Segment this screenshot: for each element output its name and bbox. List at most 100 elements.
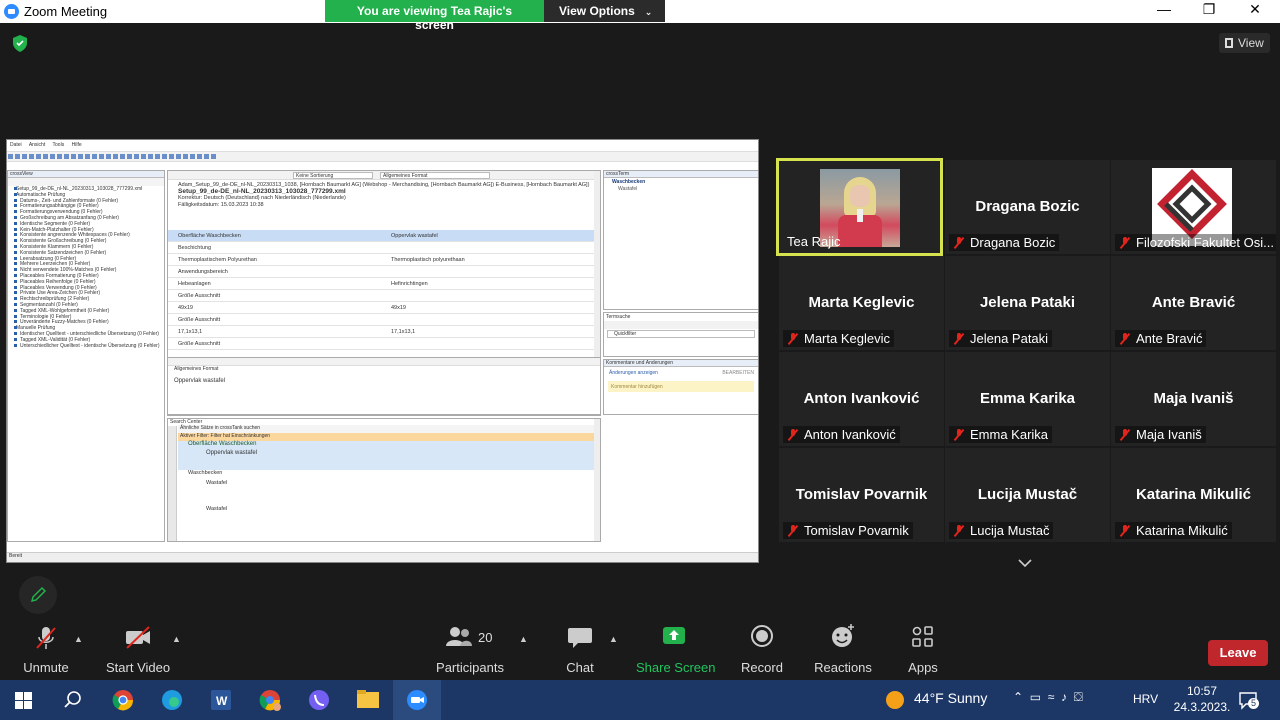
- segment-grid[interactable]: Oberfläche Waschbecken Oppervlak wastafel…: [168, 230, 600, 350]
- minimize-button[interactable]: —: [1149, 1, 1179, 17]
- participant-tile[interactable]: Jelena Pataki Jelena Pataki: [945, 256, 1110, 350]
- tray-icons[interactable]: ⌃ ▭ ≈ ♪ ⛋: [1013, 690, 1083, 705]
- term-item[interactable]: Waschbecken: [604, 178, 758, 186]
- segment-row[interactable]: Hebeanlagen Hefinrichtingen: [168, 278, 600, 290]
- similar-search-label[interactable]: Ähnliche Sätze in crossTank suchen: [178, 425, 600, 433]
- participant-tile[interactable]: Marta Keglevic Marta Keglevic: [779, 256, 944, 350]
- volume-icon[interactable]: ♪: [1061, 690, 1067, 704]
- participants-button[interactable]: 20 Participants: [436, 622, 504, 675]
- segment-target[interactable]: Hefinrichtingen: [381, 281, 600, 287]
- tree-item[interactable]: Unterschiedlicher Quelltext - identische…: [8, 343, 164, 349]
- windows-start-icon[interactable]: [15, 692, 32, 709]
- active-filter-bar[interactable]: Aktiver Filter: Filter hat Einschränkung…: [178, 433, 600, 441]
- start-video-button[interactable]: Start Video: [106, 622, 170, 675]
- clock[interactable]: 10:57 24.3.2023.: [1172, 683, 1232, 715]
- segment-row[interactable]: Größe Ausschnitt: [168, 290, 600, 302]
- menu-tools[interactable]: Tools: [53, 142, 65, 148]
- participant-name-label: Jelena Pataki: [949, 330, 1053, 347]
- participant-tile[interactable]: Tomislav Povarnik Tomislav Povarnik: [779, 448, 944, 542]
- sun-weather-icon[interactable]: [885, 690, 905, 710]
- segment-row[interactable]: 49x19 49x19: [168, 302, 600, 314]
- chat-caret[interactable]: ▲: [609, 634, 618, 644]
- close-button[interactable]: ✕: [1240, 1, 1270, 18]
- grid-view-icon: [1225, 38, 1233, 48]
- search-scrollbar[interactable]: [594, 419, 600, 541]
- view-options-button[interactable]: View Options ⌄: [544, 0, 665, 22]
- chat-button[interactable]: Chat: [560, 622, 600, 675]
- segment-row[interactable]: Oberfläche Waschbecken Oppervlak wastafel: [168, 230, 600, 242]
- format-select[interactable]: Allgemeines Format: [380, 172, 490, 179]
- result-item[interactable]: Wastafel: [178, 506, 600, 522]
- chat-label: Chat: [566, 660, 594, 675]
- language-indicator[interactable]: HRV: [1133, 692, 1158, 706]
- unmute-button[interactable]: Unmute: [20, 622, 72, 675]
- participant-tile[interactable]: Katarina Mikulić Katarina Mikulić: [1111, 448, 1276, 542]
- video-options-caret[interactable]: ▲: [172, 634, 181, 644]
- annotate-button[interactable]: [19, 576, 57, 614]
- segment-row[interactable]: 17,1x13,1 17,1x13,1: [168, 326, 600, 338]
- notification-center[interactable]: 5: [1238, 690, 1259, 710]
- participant-tile[interactable]: Lucija Mustač Lucija Mustač: [945, 448, 1110, 542]
- result-item[interactable]: Wastafel: [178, 480, 600, 506]
- reactions-button[interactable]: Reactions: [814, 622, 872, 675]
- menu-datei[interactable]: Datei: [10, 142, 22, 148]
- participant-tile[interactable]: Emma Karika Emma Karika: [945, 352, 1110, 446]
- view-button[interactable]: View: [1219, 33, 1270, 53]
- segment-row[interactable]: Beschichtung: [168, 242, 600, 254]
- participant-tile[interactable]: Tea Rajic: [776, 158, 943, 256]
- sort-select[interactable]: Keine Sortierung: [293, 172, 373, 179]
- chevron-up-icon[interactable]: ⌃: [1013, 690, 1023, 704]
- segment-target[interactable]: 17,1x13,1: [381, 329, 600, 335]
- participant-tile[interactable]: Maja Ivaniš Maja Ivaniš: [1111, 352, 1276, 446]
- start-video-label: Start Video: [106, 660, 171, 675]
- target-edit-field[interactable]: Oppervlak wastafel: [168, 375, 600, 387]
- bluetooth-icon[interactable]: ⛋: [1074, 690, 1083, 704]
- muted-mic-icon: [954, 525, 964, 537]
- record-button[interactable]: Record: [740, 622, 784, 675]
- show-changes-checkbox[interactable]: Änderungen anzeigen: [609, 370, 658, 376]
- chrome-profile-icon[interactable]: [246, 680, 294, 720]
- menu-ansicht[interactable]: Ansicht: [29, 142, 45, 148]
- wifi-icon[interactable]: ≈: [1048, 690, 1055, 704]
- segment-row[interactable]: Größe Ausschnitt: [168, 338, 600, 350]
- zoom-taskbar-icon[interactable]: [393, 680, 441, 720]
- file-explorer-icon[interactable]: [344, 680, 392, 720]
- segment-row[interactable]: Thermoplastischem Polyurethan Thermoplast…: [168, 254, 600, 266]
- participant-name-large: Katarina Mikulić: [1135, 486, 1252, 503]
- muted-mic-icon: [1120, 525, 1130, 537]
- segment-row[interactable]: Anwendungsbereich: [168, 266, 600, 278]
- viber-icon[interactable]: [295, 680, 343, 720]
- shared-screen[interactable]: Datei Ansicht Tools Hilfe crossView Setu…: [6, 139, 759, 563]
- weather-widget[interactable]: 44°F Sunny: [914, 690, 987, 706]
- edge-icon[interactable]: [148, 680, 196, 720]
- participant-name-label: Dragana Bozic: [949, 234, 1060, 251]
- share-screen-button[interactable]: Share Screen: [636, 622, 716, 675]
- quickfilter-input[interactable]: Quickfilter: [607, 330, 755, 338]
- segment-target[interactable]: Thermoplastisch polyurethaan: [381, 257, 600, 263]
- participants-caret[interactable]: ▲: [519, 634, 528, 644]
- participant-tile[interactable]: Ante Bravić Ante Bravić: [1111, 256, 1276, 350]
- check-tree[interactable]: Setup_99_de-DE_nl-NL_20230313_103028_777…: [8, 186, 164, 349]
- participant-tile[interactable]: Anton Ivanković Anton Ivanković: [779, 352, 944, 446]
- participant-tile[interactable]: Dragana Bozic Dragana Bozic: [945, 160, 1110, 254]
- encryption-shield-icon[interactable]: [12, 35, 28, 52]
- audio-options-caret[interactable]: ▲: [74, 634, 83, 644]
- maximize-button[interactable]: ❐: [1194, 1, 1224, 18]
- leave-button[interactable]: Leave: [1208, 640, 1268, 666]
- menu-hilfe[interactable]: Hilfe: [72, 142, 82, 148]
- term-item[interactable]: Wastafel: [604, 186, 758, 192]
- chrome-icon[interactable]: [99, 680, 147, 720]
- segment-row[interactable]: Größe Ausschnitt: [168, 314, 600, 326]
- word-icon[interactable]: W: [197, 680, 245, 720]
- segment-target[interactable]: 49x19: [381, 305, 600, 311]
- show-more-button[interactable]: [988, 547, 1062, 579]
- search-icon[interactable]: [48, 680, 96, 720]
- result-target[interactable]: Oppervlak wastafel: [178, 450, 600, 470]
- comment-input[interactable]: Kommentar hinzufügen: [608, 381, 754, 392]
- segment-source: 17,1x13,1: [178, 328, 203, 335]
- participant-tile[interactable]: Filozofski Fakultet Osi...: [1111, 160, 1276, 254]
- edit-link[interactable]: BEARBEITEN: [722, 370, 754, 376]
- apps-button[interactable]: Apps: [904, 622, 942, 675]
- battery-icon[interactable]: ▭: [1030, 690, 1041, 704]
- segment-target[interactable]: Oppervlak wastafel: [381, 233, 600, 239]
